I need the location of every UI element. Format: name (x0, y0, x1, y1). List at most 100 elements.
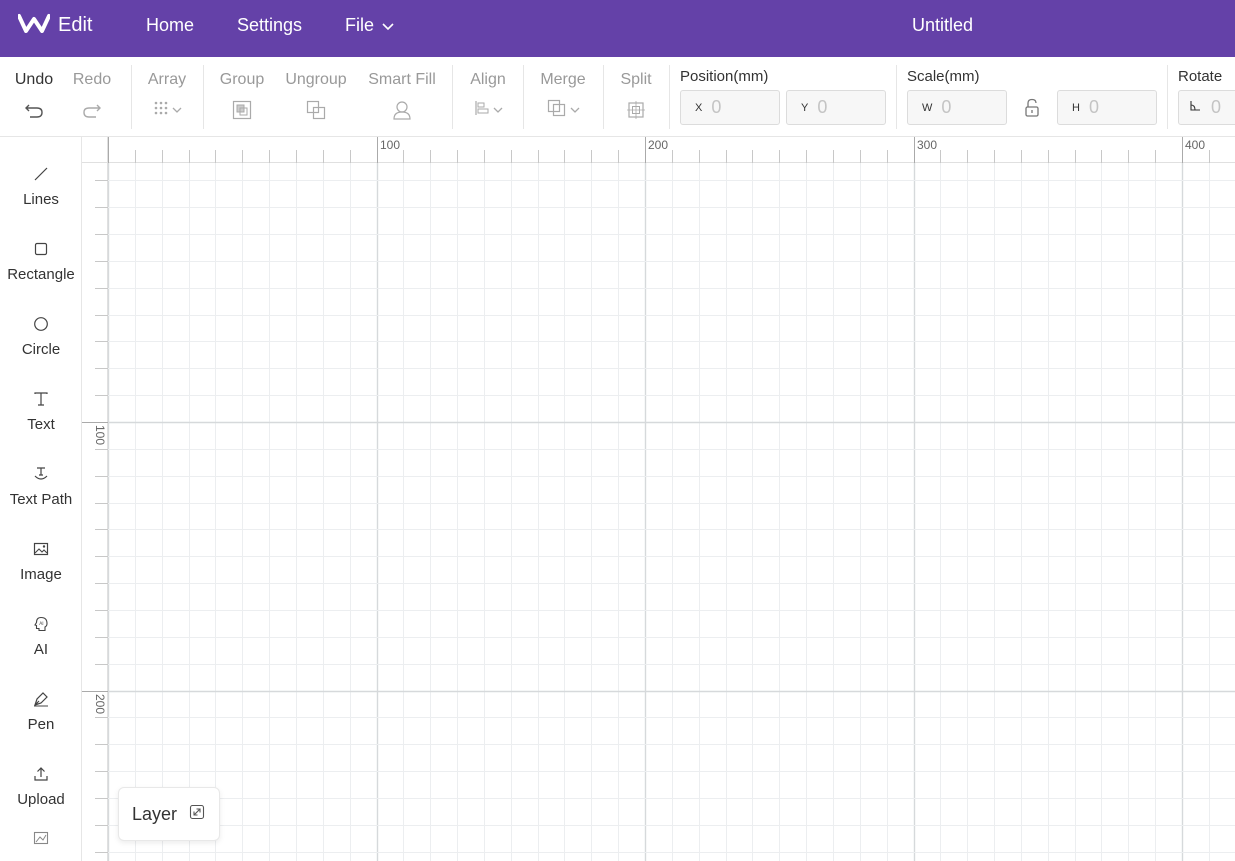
brand-label: Edit (58, 13, 93, 36)
redo-label: Redo (72, 71, 112, 88)
image-edit-icon (33, 827, 49, 849)
array-label: Array (147, 71, 187, 88)
nav-file-menu[interactable]: File (345, 0, 394, 50)
layer-panel-toggle[interactable]: Layer (118, 787, 220, 841)
merge-icon (547, 99, 567, 122)
toolbar-divider (896, 65, 897, 129)
chevron-down-icon (570, 101, 580, 119)
scale-w-input[interactable]: 0 (941, 97, 951, 118)
sidebar-item-text-path[interactable]: Text Path (0, 463, 81, 509)
smart-fill-label: Smart Fill (368, 71, 436, 88)
angle-icon (1189, 99, 1201, 117)
split-label: Split (620, 71, 652, 88)
merge-button[interactable]: Merge (527, 70, 599, 121)
position-y-input[interactable]: 0 (817, 97, 827, 118)
undo-icon (24, 99, 44, 121)
ruler-label: 100 (93, 425, 107, 445)
position-title: Position(mm) (680, 68, 769, 85)
split-button[interactable]: Split (600, 70, 672, 121)
align-label: Align (470, 71, 506, 88)
ruler-label: 200 (648, 138, 668, 152)
ungroup-button[interactable]: Ungroup (280, 70, 352, 121)
line-icon (33, 163, 49, 185)
ungroup-label: Ungroup (285, 71, 347, 88)
ruler-corner (82, 137, 108, 163)
sidebar-item-more[interactable] (0, 827, 81, 849)
chevron-down-icon (493, 101, 503, 119)
tool-sidebar: Lines Rectangle Circle Text Text Path Im… (0, 137, 82, 861)
sidebar-item-label: Circle (21, 341, 61, 358)
ruler-label: 100 (380, 138, 400, 152)
circle-icon (33, 313, 49, 335)
scale-h-field[interactable]: H 0 (1057, 90, 1157, 125)
toolbar-divider (669, 65, 670, 129)
svg-text:AI: AI (39, 621, 43, 627)
sidebar-item-pen[interactable]: Pen (0, 688, 81, 734)
expand-icon[interactable] (189, 804, 205, 825)
sidebar-item-label: Lines (23, 191, 59, 208)
toolbar-divider (1167, 65, 1168, 129)
nav-settings[interactable]: Settings (237, 0, 302, 50)
y-prefix: Y (801, 101, 809, 114)
ruler-top: 100 200 300 400 (82, 137, 1235, 163)
h-prefix: H (1072, 101, 1080, 114)
ruler-label: 300 (917, 138, 937, 152)
position-y-field[interactable]: Y 0 (786, 90, 886, 125)
position-x-input[interactable]: 0 (711, 97, 721, 118)
image-icon (33, 538, 49, 560)
ungroup-icon (306, 99, 326, 121)
scale-title: Scale(mm) (907, 68, 980, 85)
rectangle-icon (33, 238, 49, 260)
upload-icon (33, 763, 49, 785)
redo-button[interactable]: Redo (56, 70, 128, 121)
group-label: Group (219, 71, 265, 88)
toolbar-divider (203, 65, 204, 129)
ai-icon: AI (33, 613, 49, 635)
unlock-icon[interactable] (1022, 97, 1042, 119)
x-prefix: X (695, 101, 703, 114)
array-button[interactable]: Array (131, 70, 203, 121)
align-button[interactable]: Align (452, 70, 524, 121)
w-prefix: W (922, 101, 933, 114)
scale-h-input[interactable]: 0 (1089, 97, 1099, 118)
group-button[interactable]: Group (206, 70, 278, 121)
merge-label: Merge (540, 71, 586, 88)
smart-fill-icon (392, 99, 412, 121)
rotate-input[interactable]: 0 (1211, 97, 1221, 118)
text-icon (33, 388, 49, 410)
sidebar-item-image[interactable]: Image (0, 538, 81, 584)
top-navigation-bar: Edit Home Settings File Untitled (0, 0, 1235, 57)
document-title[interactable]: Untitled (912, 0, 973, 50)
ruler-left: 100 200 (82, 137, 108, 861)
sidebar-item-label: Text Path (9, 491, 73, 508)
position-x-field[interactable]: X 0 (680, 90, 780, 125)
smart-fill-button[interactable]: Smart Fill (366, 70, 438, 121)
rotate-field[interactable]: 0 (1178, 90, 1235, 125)
design-canvas[interactable] (108, 163, 1235, 861)
grid-dots-icon (153, 100, 169, 121)
toolbar-divider (523, 65, 524, 129)
pen-icon (33, 688, 49, 710)
ruler-label: 200 (93, 694, 107, 714)
group-icon (232, 99, 252, 121)
scale-w-field[interactable]: W 0 (907, 90, 1007, 125)
sidebar-item-rectangle[interactable]: Rectangle (0, 238, 81, 284)
sidebar-item-circle[interactable]: Circle (0, 313, 81, 359)
sidebar-item-ai[interactable]: AI AI (0, 613, 81, 659)
split-icon (626, 99, 646, 121)
sidebar-item-label: Pen (27, 716, 55, 733)
undo-label: Undo (14, 71, 54, 88)
sidebar-item-upload[interactable]: Upload (0, 763, 81, 809)
layer-label: Layer (132, 803, 178, 824)
sidebar-item-label: Image (20, 566, 62, 583)
brand[interactable]: Edit (17, 0, 93, 50)
nav-home[interactable]: Home (146, 0, 194, 50)
redo-icon (82, 99, 102, 121)
sidebar-item-text[interactable]: Text (0, 388, 81, 434)
sidebar-item-lines[interactable]: Lines (0, 163, 81, 209)
sidebar-item-label: AI (33, 641, 49, 658)
sidebar-item-label: Upload (17, 791, 65, 808)
text-path-icon (33, 463, 49, 485)
rotate-title: Rotate (1178, 68, 1223, 85)
sidebar-item-label: Rectangle (7, 266, 75, 283)
